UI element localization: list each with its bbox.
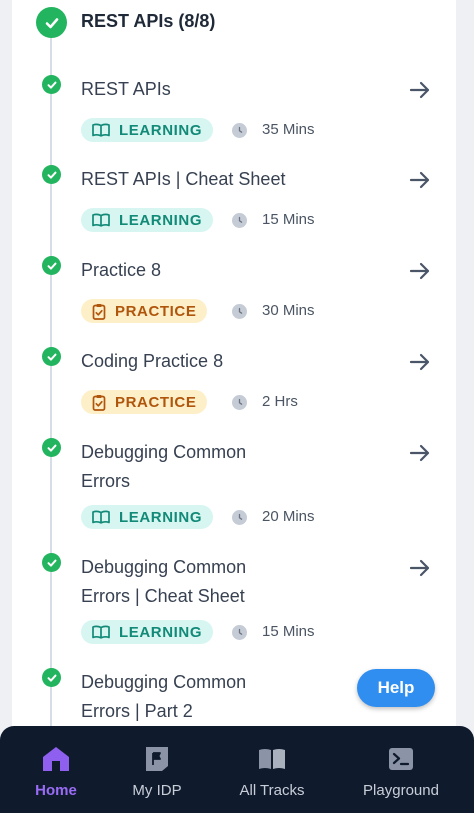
open-book-icon bbox=[92, 625, 110, 639]
duration-text: 30 Mins bbox=[262, 302, 315, 319]
item-meta: PRACTICE bbox=[81, 390, 208, 414]
clock-icon bbox=[232, 304, 247, 319]
duration-text: 15 Mins bbox=[262, 623, 315, 640]
nav-item-all-tracks[interactable]: All Tracks bbox=[230, 726, 314, 813]
open-book-icon bbox=[92, 213, 110, 227]
item-title[interactable]: Debugging Common Errors | Part 2 bbox=[81, 668, 281, 726]
completed-check-icon bbox=[42, 75, 61, 94]
item-title[interactable]: Debugging Common Errors | Cheat Sheet bbox=[81, 553, 281, 611]
completed-check-icon bbox=[42, 347, 61, 366]
timeline-line bbox=[50, 28, 52, 728]
nav-label: All Tracks bbox=[239, 782, 305, 799]
tag-label: LEARNING bbox=[119, 508, 203, 526]
duration-text: 2 Hrs bbox=[262, 393, 298, 410]
item-meta: LEARNING bbox=[81, 505, 214, 529]
book-icon bbox=[258, 746, 286, 772]
tag-label: PRACTICE bbox=[115, 302, 197, 320]
completed-check-icon bbox=[42, 668, 61, 687]
home-icon bbox=[42, 746, 70, 772]
nav-item-my-idp[interactable]: My IDP bbox=[122, 726, 192, 813]
item-title[interactable]: Practice 8 bbox=[81, 256, 281, 285]
arrow-right-icon[interactable] bbox=[406, 168, 434, 192]
learning-tag: LEARNING bbox=[81, 118, 214, 142]
completed-check-icon bbox=[42, 165, 61, 184]
nav-item-playground[interactable]: Playground bbox=[356, 726, 446, 813]
practice-tag: PRACTICE bbox=[81, 390, 208, 414]
tag-label: LEARNING bbox=[119, 211, 203, 229]
nav-label: Playground bbox=[363, 782, 439, 799]
clock-icon bbox=[232, 395, 247, 410]
tag-label: LEARNING bbox=[119, 623, 203, 641]
flag-doc-icon bbox=[145, 746, 169, 772]
item-meta: LEARNING bbox=[81, 208, 214, 232]
section-completed-check-icon bbox=[36, 7, 67, 38]
duration-text: 35 Mins bbox=[262, 121, 315, 138]
clock-icon bbox=[232, 625, 247, 640]
item-title[interactable]: REST APIs | Cheat Sheet bbox=[81, 165, 341, 194]
item-meta: PRACTICE bbox=[81, 299, 208, 323]
arrow-right-icon[interactable] bbox=[406, 259, 434, 283]
clipboard-check-icon bbox=[92, 394, 106, 411]
item-meta: LEARNING bbox=[81, 620, 214, 644]
clipboard-check-icon bbox=[92, 303, 106, 320]
completed-check-icon bbox=[42, 256, 61, 275]
clock-icon bbox=[232, 123, 247, 138]
item-title[interactable]: REST APIs bbox=[81, 75, 281, 104]
nav-item-home[interactable]: Home bbox=[22, 726, 90, 813]
practice-tag: PRACTICE bbox=[81, 299, 208, 323]
item-title[interactable]: Debugging Common Errors bbox=[81, 438, 281, 496]
learning-tag: LEARNING bbox=[81, 208, 214, 232]
completed-check-icon bbox=[42, 438, 61, 457]
terminal-icon bbox=[388, 746, 414, 772]
open-book-icon bbox=[92, 123, 110, 137]
item-title[interactable]: Coding Practice 8 bbox=[81, 347, 281, 376]
open-book-icon bbox=[92, 510, 110, 524]
duration-text: 15 Mins bbox=[262, 211, 315, 228]
clock-icon bbox=[232, 213, 247, 228]
clock-icon bbox=[232, 510, 247, 525]
bottom-navigation: Home My IDP All Tracks Playground bbox=[0, 726, 474, 813]
help-button[interactable]: Help bbox=[357, 669, 435, 707]
learning-tag: LEARNING bbox=[81, 620, 214, 644]
arrow-right-icon[interactable] bbox=[406, 78, 434, 102]
duration-text: 20 Mins bbox=[262, 508, 315, 525]
completed-check-icon bbox=[42, 553, 61, 572]
arrow-right-icon[interactable] bbox=[406, 350, 434, 374]
tag-label: PRACTICE bbox=[115, 393, 197, 411]
section-title[interactable]: REST APIs (8/8) bbox=[81, 11, 215, 32]
tag-label: LEARNING bbox=[119, 121, 203, 139]
nav-label: Home bbox=[35, 782, 77, 799]
learning-tag: LEARNING bbox=[81, 505, 214, 529]
arrow-right-icon[interactable] bbox=[406, 556, 434, 580]
item-meta: LEARNING bbox=[81, 118, 214, 142]
arrow-right-icon[interactable] bbox=[406, 441, 434, 465]
nav-label: My IDP bbox=[132, 782, 182, 799]
